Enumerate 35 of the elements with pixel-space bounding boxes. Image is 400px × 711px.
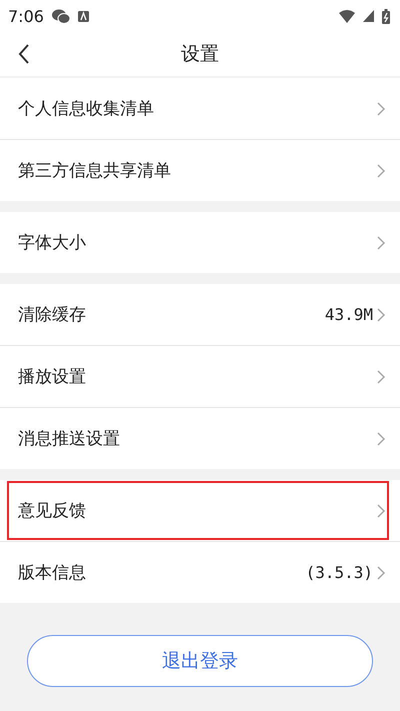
settings-row[interactable]: 个人信息收集清单	[0, 78, 400, 139]
row-label: 播放设置	[18, 366, 87, 388]
row-label: 版本信息	[18, 562, 87, 584]
row-label: 意见反馈	[18, 500, 87, 522]
chevron-icon	[377, 504, 386, 518]
signal-icon	[363, 10, 374, 22]
chevron-icon	[377, 102, 386, 116]
settings-row[interactable]: 意见反馈	[6, 480, 390, 541]
settings-row[interactable]: 播放设置	[0, 345, 400, 407]
battery-icon	[382, 8, 390, 24]
row-label: 清除缓存	[18, 304, 87, 326]
page-title: 设置	[181, 42, 219, 67]
row-label: 第三方信息共享清单	[18, 160, 172, 182]
chat-icon	[52, 8, 70, 24]
status-time: 7:06	[8, 6, 44, 26]
row-label: 消息推送设置	[18, 428, 121, 450]
settings-row[interactable]: 版本信息 (3.5.3)	[0, 541, 400, 603]
settings-row[interactable]: 字体大小	[0, 212, 400, 273]
row-label: 个人信息收集清单	[18, 98, 155, 120]
settings-row[interactable]: 清除缓存 43.9M	[0, 284, 400, 345]
row-label: 字体大小	[18, 232, 87, 254]
chevron-icon	[377, 370, 386, 384]
logout-button[interactable]: 退出登录	[27, 635, 373, 687]
chevron-icon	[377, 308, 386, 322]
settings-row[interactable]: 消息推送设置	[0, 407, 400, 469]
chevron-icon	[377, 236, 386, 250]
notification-icon	[78, 10, 89, 22]
chevron-icon	[377, 566, 386, 580]
settings-row[interactable]: 第三方信息共享清单	[0, 139, 400, 201]
chevron-icon	[377, 432, 386, 446]
back-icon	[18, 44, 30, 64]
wifi-icon	[339, 10, 355, 22]
chevron-icon	[377, 164, 386, 178]
row-value: (3.5.3)	[306, 563, 373, 582]
row-value: 43.9M	[324, 305, 373, 324]
